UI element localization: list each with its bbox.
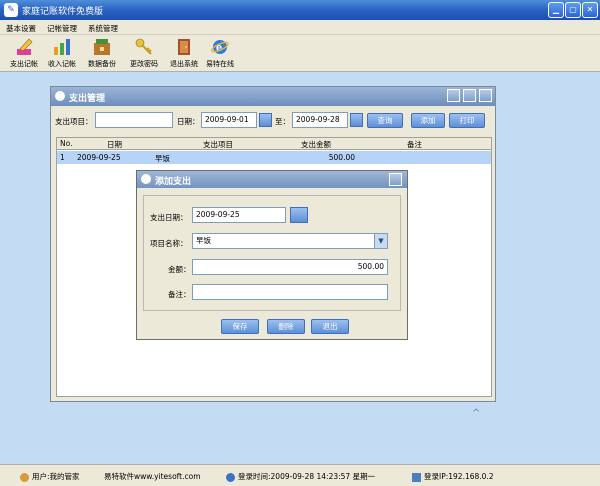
clock-icon [226, 472, 235, 482]
cell-date: 2009-09-25 [77, 153, 121, 162]
online-tool-label: 易特在线 [206, 60, 234, 68]
archive-icon [92, 37, 112, 57]
add-expense-title-bar[interactable]: 添加支出 [137, 171, 407, 188]
item-name-label: 项目名称： [150, 239, 188, 248]
window-icon [55, 91, 65, 101]
status-user: 用户:我的管家 [20, 471, 80, 482]
online-tool-button[interactable]: e 易特在线 [202, 37, 238, 70]
delete-button[interactable]: 删除 [267, 319, 305, 334]
date-to-input[interactable]: 2009-09-28 [292, 112, 348, 128]
child-maximize-button[interactable] [463, 89, 476, 102]
amount-input[interactable]: 500.00 [192, 259, 388, 275]
status-user-text: 用户:我的管家 [32, 472, 80, 481]
add-button[interactable]: 添加 [411, 113, 445, 128]
save-button[interactable]: 保存 [221, 319, 259, 334]
menu-bar: 基本设置 记帐管理 系统管理 [0, 20, 600, 35]
date-from-calendar-button[interactable] [259, 113, 272, 127]
internet-explorer-icon: e [210, 37, 230, 57]
status-login-ip: 登录IP:192.168.0.2 [412, 471, 494, 482]
expense-item-label: 支出项目： [55, 117, 93, 126]
bar-chart-icon [52, 37, 72, 57]
column-header-no: No. [60, 139, 73, 148]
minimize-button[interactable]: ▁ [548, 2, 564, 18]
query-button[interactable]: 查询 [367, 113, 403, 128]
cell-no: 1 [60, 153, 65, 162]
child-minimize-button[interactable] [447, 89, 460, 102]
table-row[interactable]: 1 2009-09-25 早饭 500.00 [57, 151, 491, 164]
column-header-date: 日期 [107, 140, 122, 149]
add-expense-dialog: 添加支出 支出日期： 2009-09-25 项目名称： 早饭 ▼ 金额： 500… [136, 170, 408, 340]
status-login-time: 登录时间:2009-09-28 14:23:57 星期一 [226, 471, 375, 482]
app-title-bar[interactable]: ✎ 家庭记账软件免费版 ▁ ▢ ✕ [0, 0, 600, 20]
cell-item: 早饭 [155, 154, 170, 163]
expense-item-input[interactable] [95, 112, 173, 128]
dialog-form-group: 支出日期： 2009-09-25 项目名称： 早饭 ▼ 金额： 500.00 备… [143, 195, 401, 311]
date-to-label: 至： [275, 117, 290, 126]
date-to-calendar-button[interactable] [350, 113, 363, 127]
close-button[interactable]: ✕ [582, 2, 598, 18]
app-title: 家庭记账软件免费版 [22, 7, 104, 17]
chevron-up-icon[interactable]: ^ [472, 408, 480, 419]
amount-label: 金额： [168, 265, 191, 274]
computer-icon [412, 472, 421, 482]
note-input[interactable] [192, 284, 388, 300]
status-site: 易特软件www.yitesoft.com [104, 472, 201, 481]
status-login-ip-text: 登录IP:192.168.0.2 [424, 472, 494, 481]
user-icon [20, 472, 29, 482]
expense-date-input[interactable]: 2009-09-25 [192, 207, 286, 223]
date-from-input[interactable]: 2009-09-01 [201, 112, 257, 128]
column-header-amount: 支出金额 [301, 140, 331, 149]
key-icon [134, 37, 154, 57]
exit-button[interactable]: 退出 [311, 319, 349, 334]
pencil-icon [14, 37, 34, 57]
expense-tool-button[interactable]: 支出记帐 [6, 37, 42, 70]
expense-management-title-bar[interactable]: 支出管理 [51, 87, 495, 106]
backup-tool-button[interactable]: 数据备份 [84, 37, 120, 70]
chevron-down-icon[interactable]: ▼ [374, 234, 387, 248]
dialog-icon [141, 174, 151, 184]
status-login-time-text: 登录时间:2009-09-28 14:23:57 星期一 [238, 472, 376, 481]
add-expense-title: 添加支出 [155, 177, 192, 187]
dialog-close-button[interactable] [389, 173, 402, 186]
exit-door-icon [174, 37, 194, 57]
print-button[interactable]: 打印 [449, 113, 485, 128]
table-header: No. 日期 支出项目 支出金额 备注 [57, 138, 491, 150]
maximize-button[interactable]: ▢ [565, 2, 581, 18]
menu-system[interactable]: 系统管理 [88, 23, 118, 34]
date-label: 日期： [177, 117, 200, 126]
password-tool-button[interactable]: 更改密码 [126, 37, 162, 70]
app-icon: ✎ [4, 3, 18, 17]
backup-tool-label: 数据备份 [88, 60, 116, 68]
toolbar: 支出记帐 收入记帐 数据备份 更改密码 退出系统 e 易特在线 [0, 35, 600, 72]
cell-amount: 500.00 [328, 153, 355, 162]
menu-basic-settings[interactable]: 基本设置 [6, 23, 36, 34]
income-tool-button[interactable]: 收入记帐 [44, 37, 80, 70]
item-name-select[interactable]: 早饭 [192, 233, 388, 249]
status-bar: 用户:我的管家 易特软件www.yitesoft.com 登录时间:2009-0… [0, 464, 600, 486]
expense-date-calendar-button[interactable] [290, 207, 308, 223]
column-header-note: 备注 [407, 140, 422, 149]
expense-date-label: 支出日期： [150, 213, 188, 222]
column-header-item: 支出项目 [203, 140, 233, 149]
menu-accounting[interactable]: 记帐管理 [47, 23, 77, 34]
note-label: 备注： [168, 290, 191, 299]
child-close-button[interactable] [479, 89, 492, 102]
expense-management-title: 支出管理 [69, 94, 106, 104]
